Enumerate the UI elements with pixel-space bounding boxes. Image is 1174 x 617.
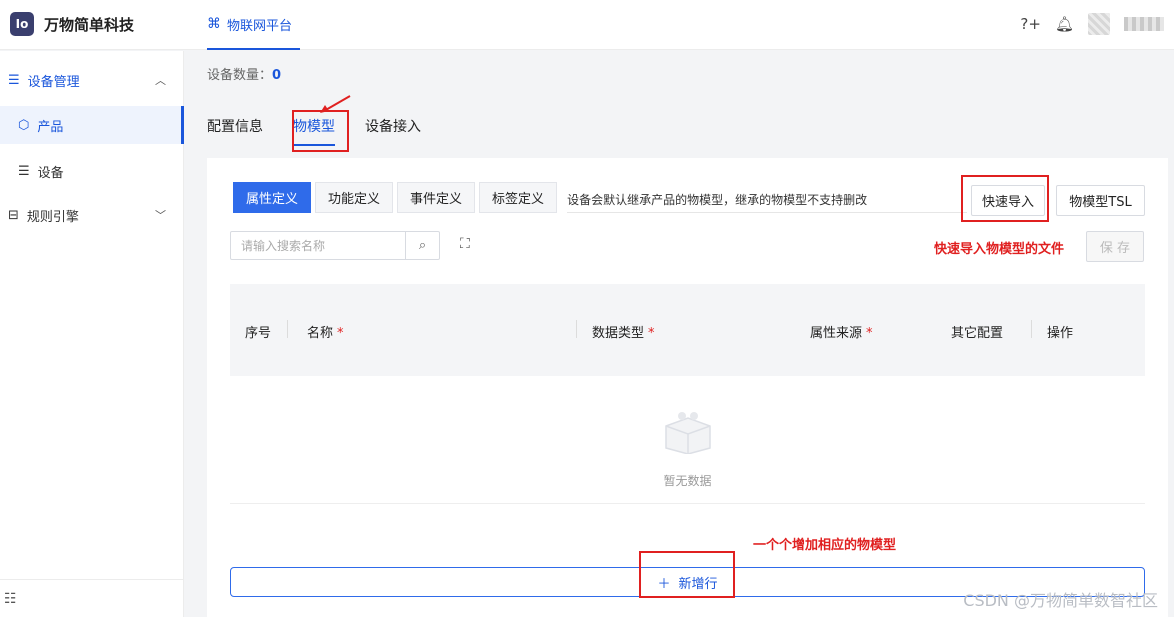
tab-device-access[interactable]: 设备接入 — [365, 113, 421, 146]
sidebar-item-device[interactable]: ☰ 设备 — [0, 152, 184, 190]
sidebar-item-label: 设备 — [37, 165, 64, 181]
brand-name: 万物简单科技 — [44, 15, 135, 34]
quick-import-button[interactable]: 快速导入 — [971, 185, 1045, 216]
brand-logo[interactable]: Io 万物简单科技 — [10, 12, 134, 36]
column-header-actions: 操作 — [1047, 326, 1074, 341]
tab-function-definition[interactable]: 功能定义 — [315, 182, 394, 213]
column-header-name: 名称 * — [307, 322, 344, 341]
empty-text: 暂无数据 — [663, 474, 712, 488]
sidebar: ☰ 设备管理 ︿ ⬡ 产品 ☰ 设备 ⊟ 规则引擎 ﹀ ☷ — [0, 51, 184, 617]
column-divider — [1031, 320, 1032, 338]
header-actions: ?+ 🔔︎ — [1020, 13, 1164, 35]
column-header-datatype-label: 数据类型 — [592, 326, 645, 341]
help-icon[interactable]: ?+ — [1020, 15, 1041, 33]
annotation-arrow-icon — [320, 95, 351, 113]
search-icon[interactable]: ⌕ — [405, 232, 439, 259]
inherit-note: 设备会默认继承产品的物模型，继承的物模型不支持删改 — [567, 191, 968, 213]
required-mark: * — [337, 326, 344, 341]
column-divider — [287, 320, 288, 338]
search-box: ⌕ — [230, 231, 440, 260]
sidebar-item-device-management[interactable]: ☰ 设备管理 ︿ — [0, 61, 184, 99]
sidebar-item-product[interactable]: ⬡ 产品 — [0, 106, 184, 144]
search-input[interactable] — [231, 232, 405, 259]
required-mark: * — [648, 326, 655, 341]
device-count-value: 0 — [272, 68, 282, 83]
bell-icon[interactable]: 🔔︎ — [1055, 15, 1074, 33]
thing-model-panel: 属性定义 功能定义 事件定义 标签定义 设备会默认继承产品的物模型，继承的物模型… — [207, 158, 1168, 617]
sidebar-item-label: 产品 — [37, 119, 64, 135]
required-mark: * — [866, 326, 873, 341]
watermark: CSDN @万物简单数智社区 — [963, 591, 1158, 610]
rule-icon: ⊟ — [8, 207, 19, 223]
definition-tabs: 属性定义 功能定义 事件定义 标签定义 设备会默认继承产品的物模型，继承的物模型… — [233, 182, 968, 213]
empty-box-icon — [665, 412, 711, 454]
chevron-down-icon: ﹀ — [155, 209, 166, 222]
username-blurred[interactable] — [1124, 17, 1164, 31]
tab-property-definition[interactable]: 属性定义 — [233, 182, 312, 213]
list-icon: ☰ — [8, 72, 20, 88]
device-count: 设备数量：0 — [207, 64, 281, 83]
chevron-up-icon: ︿ — [155, 74, 166, 87]
column-header-source: 属性来源 * — [810, 322, 873, 341]
fullscreen-icon[interactable]: ⛶ — [460, 236, 470, 252]
platform-tab[interactable]: ⌘ 物联网平台 — [207, 0, 301, 50]
list-icon: ☰ — [18, 163, 30, 179]
column-header-datatype: 数据类型 * — [592, 322, 655, 341]
column-header-index: 序号 — [245, 326, 272, 341]
tab-tag-definition[interactable]: 标签定义 — [479, 182, 558, 213]
empty-state: 暂无数据 — [230, 376, 1145, 504]
sidebar-item-label: 设备管理 — [27, 74, 80, 90]
column-header-name-label: 名称 — [307, 326, 334, 341]
column-header-other-config: 其它配置 — [951, 326, 1004, 341]
main-tabs: 配置信息 物模型 设备接入 — [207, 113, 451, 146]
sidebar-item-label: 规则引擎 — [26, 209, 79, 225]
table-header: 序号 名称 * 数据类型 * 属性来源 * 其它配置 操作 — [230, 284, 1145, 376]
quick-import-annotation: 快速导入物模型的文件 — [934, 242, 1065, 257]
column-divider — [576, 320, 577, 338]
tab-event-definition[interactable]: 事件定义 — [397, 182, 476, 213]
menu-fold-icon[interactable]: ☷ — [0, 579, 184, 617]
plus-icon: ＋ — [657, 576, 671, 592]
add-row-label: 新增行 — [678, 576, 718, 592]
platform-label: 物联网平台 — [227, 18, 293, 34]
top-header: Io 万物简单科技 ⌘ 物联网平台 ?+ 🔔︎ — [0, 0, 1174, 50]
add-row-annotation: 一个个增加相应的物模型 — [753, 538, 897, 553]
sidebar-item-rule-engine[interactable]: ⊟ 规则引擎 ﹀ — [0, 196, 184, 234]
column-header-source-label: 属性来源 — [810, 326, 863, 341]
tab-config[interactable]: 配置信息 — [207, 113, 263, 146]
device-count-label: 设备数量： — [207, 68, 273, 83]
tsl-button[interactable]: 物模型TSL — [1056, 185, 1145, 216]
logo-icon: Io — [10, 12, 34, 36]
cube-icon: ⬡ — [18, 117, 30, 133]
save-button[interactable]: 保 存 — [1086, 231, 1144, 262]
platform-icon: ⌘ — [207, 16, 221, 32]
tab-thing-model[interactable]: 物模型 — [293, 113, 335, 146]
avatar[interactable] — [1088, 13, 1110, 35]
